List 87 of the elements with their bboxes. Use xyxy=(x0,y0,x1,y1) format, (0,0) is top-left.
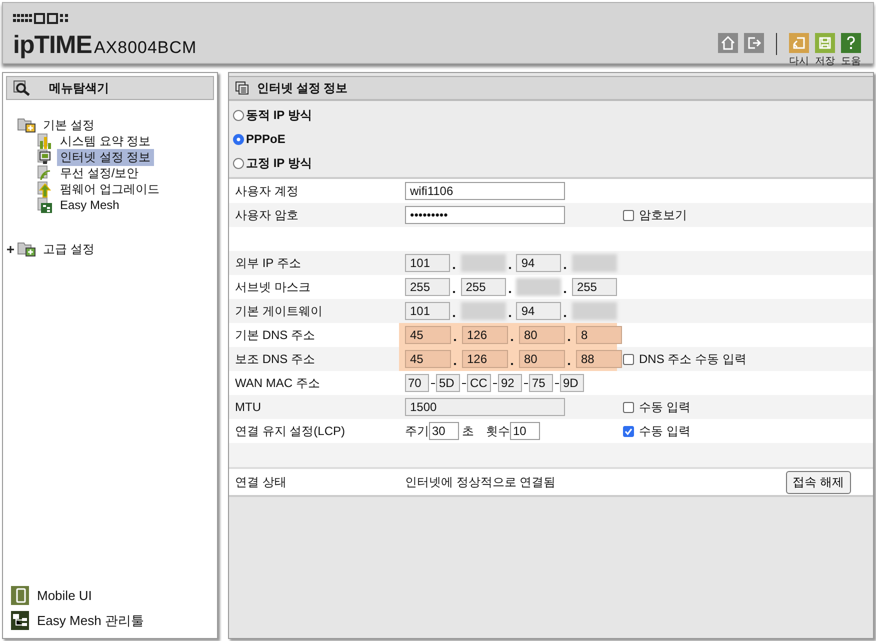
undo-icon xyxy=(789,33,809,53)
tree-item[interactable]: 기본 설정 xyxy=(40,116,98,134)
toolbar-button[interactable]: 도움 xyxy=(841,33,861,68)
unit-label: 초 xyxy=(462,422,474,440)
ip-octet-field[interactable]: 94 xyxy=(516,302,562,320)
disconnect-button[interactable]: 접속 해제 xyxy=(786,470,851,494)
model-name: AX8004BCM xyxy=(94,38,197,58)
folder-icon xyxy=(17,241,37,257)
radio-button[interactable] xyxy=(233,158,244,168)
tree-item[interactable]: 무선 설정/보안 xyxy=(57,164,142,182)
tree-item[interactable]: 펌웨어 업그레이드 xyxy=(57,180,162,198)
ip-octet-field[interactable]: 94 xyxy=(516,254,562,272)
mac-octet-field[interactable]: 9D xyxy=(560,374,584,392)
ip-octet-field[interactable]: 101 xyxy=(405,254,450,272)
folder-icon xyxy=(17,117,37,133)
mesh-page-icon xyxy=(37,196,55,214)
tree-item[interactable]: 인터넷 설정 정보 xyxy=(57,148,154,166)
input-field[interactable]: 30 xyxy=(429,422,459,440)
exit-button[interactable] xyxy=(744,33,764,53)
field-label: 연결 유지 설정(LCP) xyxy=(234,422,346,440)
phone-icon xyxy=(11,586,29,605)
toolbar-button[interactable]: 저장 xyxy=(815,33,835,68)
radio-label: 동적 IP 방식 xyxy=(246,106,312,124)
exit-icon xyxy=(744,33,764,53)
ip-octet-field[interactable]: 255 xyxy=(405,278,450,296)
radio-label: PPPoE xyxy=(246,132,286,146)
checkbox[interactable] xyxy=(623,426,634,436)
radio-label: 고정 IP 방식 xyxy=(246,154,312,172)
ip-octet-field[interactable]: 101 xyxy=(405,302,450,320)
checkbox-label: 수동 입력 xyxy=(639,398,690,416)
mac-octet-field[interactable]: CC xyxy=(467,374,491,392)
checkbox-label: DNS 주소 수동 입력 xyxy=(639,350,746,368)
tree-item[interactable]: 고급 설정 xyxy=(40,240,98,258)
field-label: 기본 게이트웨이 xyxy=(234,302,324,320)
save-icon xyxy=(815,33,835,53)
input-field[interactable]: ••••••••• xyxy=(405,206,565,224)
panel-title: 인터넷 설정 정보 xyxy=(257,80,348,96)
field-label: 횟수 xyxy=(486,422,510,440)
field-label: 사용자 계정 xyxy=(234,182,300,200)
input-field[interactable]: wifi1106 xyxy=(405,182,565,200)
field-label: 외부 IP 주소 xyxy=(234,254,302,272)
menu-link[interactable]: Easy Mesh 관리툴 xyxy=(37,612,144,630)
ip-octet-field[interactable]: 45 xyxy=(405,326,451,344)
checkbox-label: 수동 입력 xyxy=(639,422,690,440)
mac-octet-field[interactable]: 5D xyxy=(436,374,460,392)
toolbar-button[interactable]: 다시 xyxy=(789,33,809,68)
brand-logo: ipTIME xyxy=(13,31,92,60)
field-label: 주기 xyxy=(405,422,429,440)
tree-item[interactable]: Easy Mesh xyxy=(57,198,122,212)
ip-octet-field[interactable]: 80 xyxy=(519,326,565,344)
checkbox[interactable] xyxy=(623,354,634,364)
expand-icon[interactable] xyxy=(7,246,14,252)
field-label: 연결 상태 xyxy=(234,474,288,490)
ip-octet-field[interactable]: 8 xyxy=(576,326,622,344)
search-icon xyxy=(13,80,31,96)
ip-octet-field[interactable]: 126 xyxy=(462,350,508,368)
home-button[interactable] xyxy=(718,33,738,53)
radio-button[interactable] xyxy=(233,134,244,144)
field-label: 서브넷 마스크 xyxy=(234,278,312,296)
mac-octet-field[interactable]: 75 xyxy=(529,374,553,392)
ip-octet-field[interactable]: 126 xyxy=(462,326,508,344)
field-label: MTU xyxy=(234,400,262,414)
checkbox[interactable] xyxy=(623,210,634,220)
dot-grid-icon xyxy=(13,13,69,25)
mac-octet-field[interactable]: 70 xyxy=(405,374,429,392)
checkmark-icon xyxy=(624,426,633,436)
ip-octet-field[interactable]: 255 xyxy=(572,278,617,296)
checkbox-label: 암호보기 xyxy=(639,206,687,224)
menu-link[interactable]: Mobile UI xyxy=(37,588,92,603)
ip-octet-field[interactable]: 88 xyxy=(576,350,622,368)
field-label: 기본 DNS 주소 xyxy=(234,326,316,344)
tree-item[interactable]: 시스템 요약 정보 xyxy=(57,132,154,150)
network-icon xyxy=(11,611,29,630)
input-field[interactable]: 10 xyxy=(510,422,540,440)
field-label: 보조 DNS 주소 xyxy=(234,350,316,368)
field-label: WAN MAC 주소 xyxy=(234,374,321,392)
ip-octet-field[interactable]: 45 xyxy=(405,350,451,368)
radio-button[interactable] xyxy=(233,110,244,120)
mac-octet-field[interactable]: 92 xyxy=(498,374,522,392)
field-label: 사용자 암호 xyxy=(234,206,300,224)
ip-octet-field[interactable]: 255 xyxy=(460,278,506,296)
window-icon xyxy=(235,81,249,95)
panel-title: 메뉴탐색기 xyxy=(49,80,109,96)
home-icon xyxy=(718,33,738,53)
help-icon xyxy=(841,33,861,53)
status-text: 인터넷에 정상적으로 연결됨 xyxy=(405,474,557,490)
ip-octet-field[interactable]: 80 xyxy=(519,350,565,368)
